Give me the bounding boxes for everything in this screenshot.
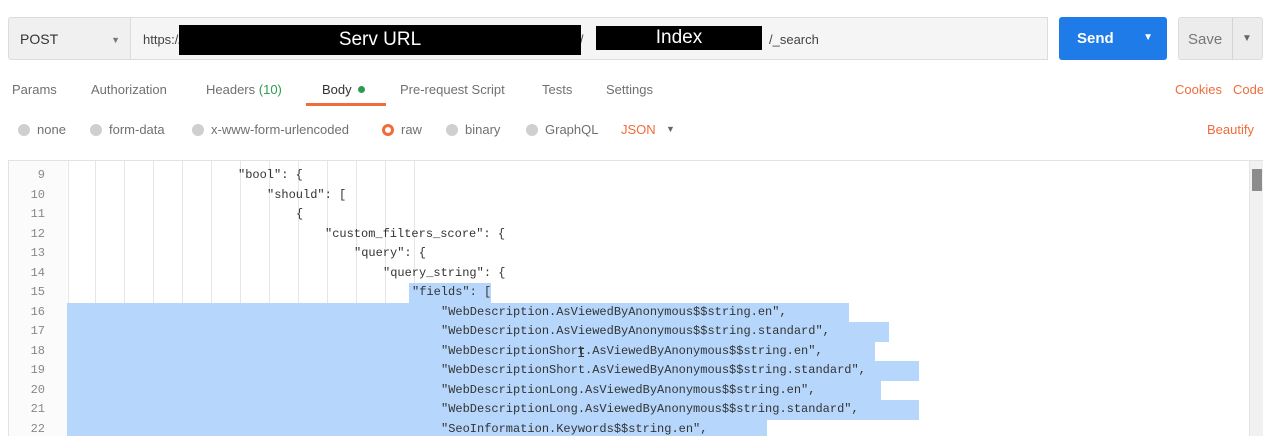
radio-binary[interactable]: binary <box>446 122 500 137</box>
status-dot-icon <box>357 86 365 93</box>
line-number: 21 <box>30 402 45 416</box>
code-line: 14 "query_string": { <box>9 264 1249 284</box>
code-text: "SeoInformation.Keywords$$string.en", <box>441 421 708 436</box>
radio-x-www-form-urlencoded[interactable]: x-www-form-urlencoded <box>192 122 349 137</box>
radio-form-data-label: form-data <box>109 122 165 137</box>
chevron-down-icon: ▼ <box>111 35 120 45</box>
line-number: 20 <box>30 382 45 397</box>
method-select[interactable]: POST ▼ <box>8 17 131 60</box>
code-text: "fields": [ <box>412 285 492 299</box>
method-label: POST <box>20 30 59 47</box>
code-text: "WebDescriptionShort.AsViewedByAnonymous… <box>441 363 866 377</box>
redacted-index: Index <box>596 26 762 50</box>
format-select[interactable]: JSON <box>621 122 656 137</box>
code-line: 11 { <box>9 205 1249 225</box>
vertical-scrollbar[interactable] <box>1249 161 1263 436</box>
line-number: 18 <box>30 343 45 358</box>
scrollbar-thumb[interactable] <box>1252 169 1262 191</box>
line-number: 13 <box>30 246 45 260</box>
cookies-link[interactable]: Cookies <box>1175 82 1222 97</box>
send-label: Send <box>1077 30 1114 47</box>
code-text: "query": { <box>354 246 427 260</box>
radio-raw-label: raw <box>401 122 422 137</box>
line-number: 15 <box>30 285 45 299</box>
tab-headers-label: Headers <box>206 82 256 97</box>
code-text: "WebDescription.AsViewedByAnonymous$$str… <box>441 304 787 319</box>
code-line: 19 "WebDescriptionShort.AsViewedByAnonymo… <box>9 361 1249 381</box>
save-divider <box>1232 18 1233 59</box>
code-text: "WebDescriptionLong.AsViewedByAnonymous$… <box>441 402 859 416</box>
radio-graphql[interactable]: GraphQL <box>526 122 598 137</box>
code-line: 21 "WebDescriptionLong.AsViewedByAnonymou… <box>9 400 1249 420</box>
code-text: "WebDescriptionLong.AsViewedByAnonymous$… <box>441 382 816 397</box>
code-text: "query_string": { <box>383 265 506 280</box>
tab-headers[interactable]: Headers (10) <box>206 82 282 97</box>
code-text: "WebDescription.AsViewedByAnonymous$$str… <box>441 324 830 338</box>
code-line: 9 "bool": { <box>9 166 1249 186</box>
code-line: 16 "WebDescription.AsViewedByAnonymous$$s… <box>9 302 1249 322</box>
code-line: 18 "WebDescriptionShort.AsViewedByAnonymo… <box>9 341 1249 361</box>
radio-circle-icon <box>192 123 204 136</box>
line-number: 16 <box>30 304 45 319</box>
code-line: 22 "SeoInformation.Keywords$$string.en", <box>9 419 1249 436</box>
request-tabs: Params Authorization Headers (10) Body P… <box>0 78 1263 106</box>
chevron-down-icon[interactable]: ▼ <box>666 124 675 134</box>
line-number: 17 <box>30 324 45 338</box>
code-editor[interactable]: 9 "bool": { 10 "should": [ 11 {12 "custom_filt… <box>8 160 1263 436</box>
line-number: 10 <box>30 187 45 202</box>
code-line: 17 "WebDescription.AsViewedByAnonymous$$s… <box>9 322 1249 342</box>
chevron-down-icon[interactable]: ▼ <box>1242 33 1252 44</box>
code-text: "bool": { <box>238 168 303 182</box>
code-link[interactable]: Code <box>1233 82 1263 97</box>
code-line: 12 "custom_filters_score": { <box>9 225 1249 245</box>
tab-params[interactable]: Params <box>12 82 57 97</box>
radio-graphql-label: GraphQL <box>545 122 599 137</box>
tab-tests[interactable]: Tests <box>542 82 572 97</box>
line-number: 22 <box>30 421 45 436</box>
line-number: 12 <box>30 226 45 241</box>
tab-body-label: Body <box>322 82 352 97</box>
text-cursor-icon: I <box>577 346 586 362</box>
line-number: 14 <box>30 265 45 280</box>
radio-binary-label: binary <box>465 122 501 137</box>
active-tab-indicator <box>306 103 386 106</box>
line-number: 11 <box>30 207 45 221</box>
radio-circle-icon <box>90 123 102 136</box>
code-text: { <box>296 207 304 221</box>
code-text: "should": [ <box>267 187 347 202</box>
body-type-options: none form-data x-www-form-urlencoded raw… <box>0 118 1263 142</box>
headers-count: (10) <box>258 82 282 97</box>
code-line: 20 "WebDescriptionLong.AsViewedByAnonymou… <box>9 380 1249 400</box>
code-line: 13 "query": { <box>9 244 1249 264</box>
code-text: "WebDescriptionShort.AsViewedByAnonymous… <box>441 343 823 358</box>
tab-authorization[interactable]: Authorization <box>91 82 167 97</box>
url-suffix: /_search <box>769 32 819 47</box>
save-button[interactable]: Save ▼ <box>1178 17 1263 60</box>
code-line: 10 "should": [ <box>9 186 1249 206</box>
line-number: 9 <box>37 168 45 182</box>
save-label: Save <box>1188 31 1223 48</box>
radio-urlencoded-label: x-www-form-urlencoded <box>211 122 349 137</box>
code-text: "custom_filters_score": { <box>325 226 506 241</box>
tab-settings[interactable]: Settings <box>606 82 653 97</box>
redacted-server-url: Serv URL <box>179 25 581 55</box>
send-button[interactable]: Send ▼ <box>1059 17 1167 60</box>
url-protocol: https:// <box>143 32 183 47</box>
radio-none[interactable]: none <box>18 122 66 137</box>
radio-circle-icon <box>446 123 458 136</box>
radio-none-label: none <box>37 122 66 137</box>
beautify-link[interactable]: Beautify <box>1207 122 1254 137</box>
radio-circle-icon <box>18 123 30 136</box>
radio-circle-icon <box>526 123 538 136</box>
tab-body[interactable]: Body <box>322 82 365 97</box>
chevron-down-icon[interactable]: ▼ <box>1143 32 1153 43</box>
tab-pre-request-script[interactable]: Pre-request Script <box>400 82 505 97</box>
line-number: 19 <box>30 363 45 377</box>
code-line: 15 "fields": [ <box>9 283 1249 303</box>
radio-raw[interactable]: raw <box>382 122 422 137</box>
radio-form-data[interactable]: form-data <box>90 122 165 137</box>
radio-selected-icon <box>382 123 394 136</box>
